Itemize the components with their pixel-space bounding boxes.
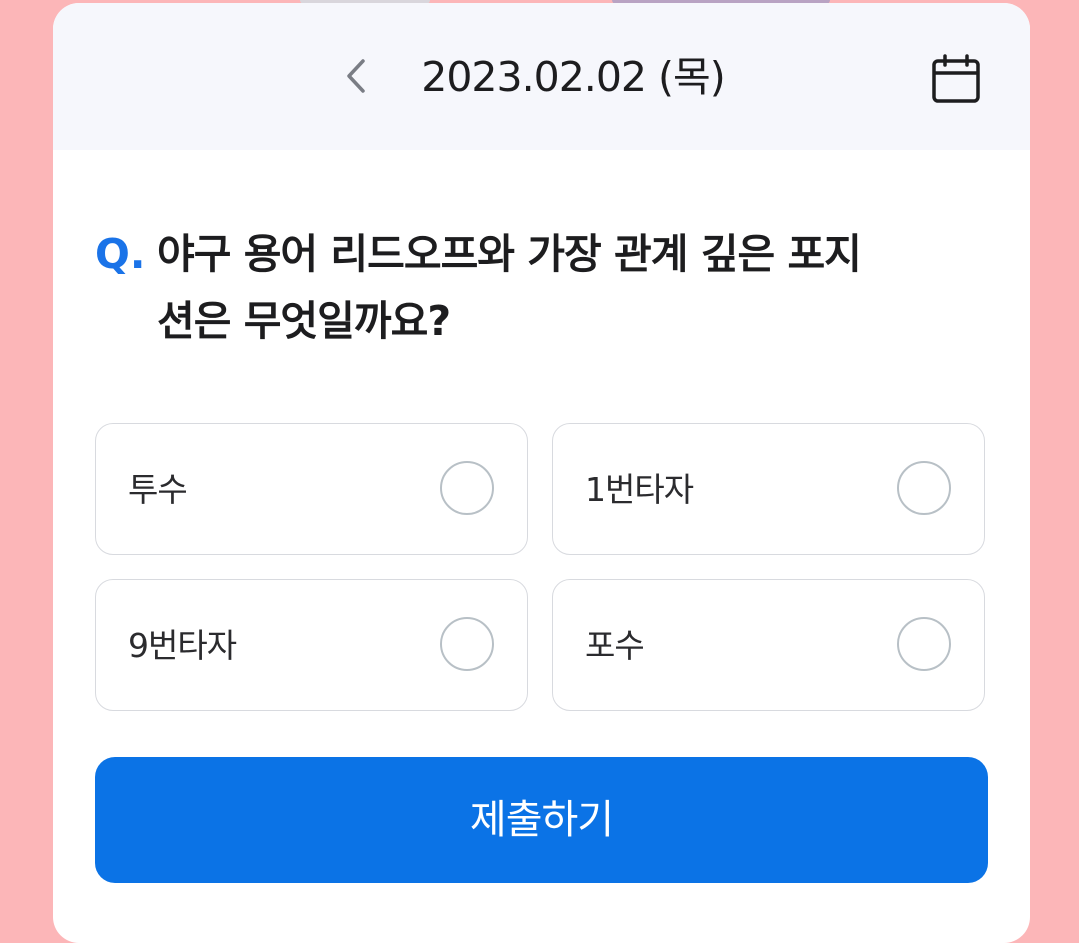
chevron-left-icon [347,59,365,93]
previous-date-button[interactable] [336,54,376,98]
answer-option[interactable]: 9번타자 [95,579,528,711]
submit-button[interactable]: 제출하기 [95,757,988,883]
radio-circle-icon [440,617,494,671]
option-label: 포수 [585,626,645,665]
radio-circle-icon [897,617,951,671]
answer-option[interactable]: 투수 [95,423,528,555]
question-text-line: 션은 무엇일까요? [157,297,451,345]
current-date: 2023.02.02 (목) [421,53,726,101]
question-text: 야구 용어 리드오프와 가장 관계 깊은 포지 션은 무엇일까요? [157,221,977,355]
answer-option[interactable]: 포수 [552,579,985,711]
calendar-button[interactable] [926,49,986,109]
answer-option[interactable]: 1번타자 [552,423,985,555]
quiz-card: 2023.02.02 (목) Q. 야구 용어 리드오프와 가장 관계 깊은 포… [53,3,1030,943]
calendar-icon [932,54,980,103]
question-text-line: 야구 용어 리드오프와 가장 관계 깊은 포지 [157,230,862,278]
option-label: 1번타자 [585,470,694,509]
radio-circle-icon [440,461,494,515]
radio-circle-icon [897,461,951,515]
option-label: 투수 [128,470,188,509]
question-prefix: Q. [95,230,146,278]
option-label: 9번타자 [128,626,237,665]
date-navigation-bar: 2023.02.02 (목) [53,3,1030,150]
